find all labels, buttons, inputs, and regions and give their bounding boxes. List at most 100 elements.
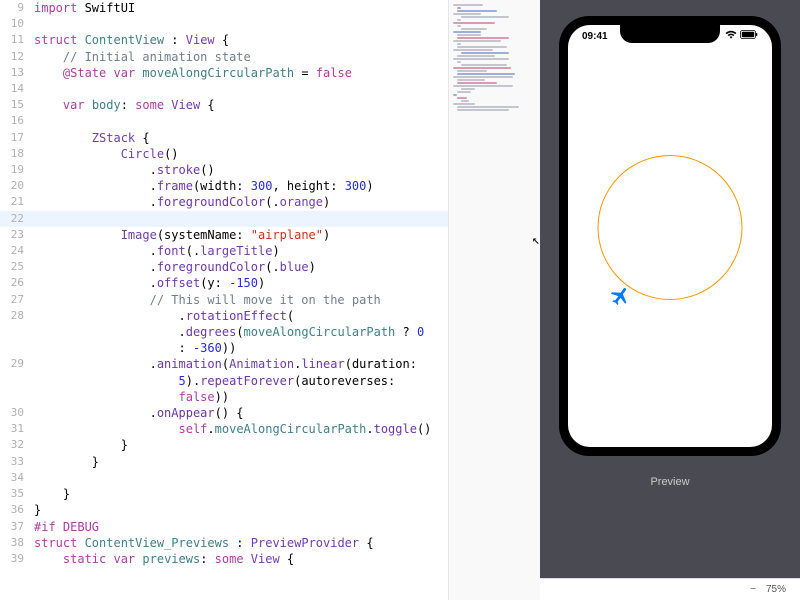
code-line[interactable]: 28 .rotationEffect( — [0, 308, 448, 324]
code-editor[interactable]: 9import SwiftUI1011struct ContentView : … — [0, 0, 448, 600]
line-number: 16 — [0, 113, 34, 129]
code-line[interactable]: 34 — [0, 470, 448, 486]
line-number: 26 — [0, 275, 34, 291]
preview-label: Preview — [650, 476, 689, 488]
line-number: 21 — [0, 194, 34, 210]
code-line[interactable]: 29 .animation(Animation.linear(duration: — [0, 356, 448, 372]
minimap-line — [457, 37, 509, 39]
minimap-line — [457, 55, 495, 57]
line-number: 39 — [0, 551, 34, 567]
code-line[interactable]: 13 @State var moveAlongCircularPath = fa… — [0, 65, 448, 81]
code-line[interactable]: 15 var body: some View { — [0, 97, 448, 113]
code-line[interactable]: 37#if DEBUG — [0, 519, 448, 535]
code-line[interactable]: 23 Image(systemName: "airplane") — [0, 227, 448, 243]
code-line[interactable]: 35 } — [0, 486, 448, 502]
code-line[interactable]: 18 Circle() — [0, 146, 448, 162]
minimap-line — [453, 22, 495, 24]
line-number: 29 — [0, 356, 34, 372]
line-number: 38 — [0, 535, 34, 551]
code-line[interactable]: 39 static var previews: some View { — [0, 551, 448, 567]
code-line[interactable]: 22 — [0, 211, 448, 227]
device-notch — [620, 25, 720, 43]
minimap-line — [457, 19, 461, 21]
minimap-line — [453, 58, 509, 60]
line-number: 36 — [0, 502, 34, 518]
code-line[interactable]: 17 ZStack { — [0, 130, 448, 146]
wifi-icon — [725, 30, 737, 42]
line-number: 23 — [0, 227, 34, 243]
line-number: 13 — [0, 65, 34, 81]
circle-stroke — [598, 155, 743, 300]
code-line[interactable]: 21 .foregroundColor(.orange) — [0, 194, 448, 210]
device-screen[interactable]: 09:41 — [568, 25, 772, 447]
battery-icon — [740, 30, 758, 42]
minimap-line — [453, 40, 501, 42]
code-line[interactable]: 11struct ContentView : View { — [0, 32, 448, 48]
code-line[interactable]: 14 — [0, 81, 448, 97]
line-number: 32 — [0, 437, 34, 453]
line-number: 34 — [0, 470, 34, 486]
line-number — [0, 340, 34, 356]
code-line[interactable]: 30 .onAppear() { — [0, 405, 448, 421]
code-line[interactable]: 26 .offset(y: -150) — [0, 275, 448, 291]
zoom-out-button[interactable]: − — [750, 584, 756, 595]
minimap-line — [453, 49, 493, 51]
minimap-line — [453, 4, 483, 6]
line-number — [0, 389, 34, 405]
line-number: 10 — [0, 16, 34, 32]
line-number: 30 — [0, 405, 34, 421]
minimap-line — [457, 61, 461, 63]
code-line[interactable]: 32 } — [0, 437, 448, 453]
code-line[interactable]: 31 self.moveAlongCircularPath.toggle() — [0, 421, 448, 437]
code-line[interactable]: 10 — [0, 16, 448, 32]
minimap-line — [457, 97, 467, 99]
minimap-line — [457, 34, 481, 36]
code-line[interactable]: 24 .font(.largeTitle) — [0, 243, 448, 259]
minimap-line — [453, 67, 511, 69]
line-number: 37 — [0, 519, 34, 535]
minimap-line — [453, 85, 513, 87]
line-number: 20 — [0, 178, 34, 194]
line-number — [0, 373, 34, 389]
minimap[interactable] — [448, 0, 540, 600]
minimap-line — [457, 43, 461, 45]
code-line[interactable]: 20 .frame(width: 300, height: 300) — [0, 178, 448, 194]
minimap-line — [457, 10, 497, 12]
line-number: 12 — [0, 49, 34, 65]
minimap-line — [457, 7, 461, 9]
code-line[interactable]: 19 .stroke() — [0, 162, 448, 178]
code-line[interactable]: 27 // This will move it on the path — [0, 292, 448, 308]
mouse-cursor-icon: ↖ — [532, 233, 540, 248]
minimap-line — [457, 25, 461, 27]
code-line[interactable]: 38struct ContentView_Previews : PreviewP… — [0, 535, 448, 551]
minimap-line — [457, 91, 471, 93]
code-line[interactable]: 16 — [0, 113, 448, 129]
status-time: 09:41 — [582, 31, 608, 42]
zoom-level: 75% — [766, 584, 786, 595]
minimap-line — [457, 79, 485, 81]
line-number: 35 — [0, 486, 34, 502]
line-number: 14 — [0, 81, 34, 97]
code-line[interactable]: 36} — [0, 502, 448, 518]
minimap-line — [453, 103, 475, 105]
preview-canvas[interactable]: ↖ 09:41 Preview − 75% — [540, 0, 800, 600]
code-line[interactable]: 9import SwiftUI — [0, 0, 448, 16]
minimap-line — [461, 88, 475, 90]
line-number: 24 — [0, 243, 34, 259]
minimap-line — [453, 31, 481, 33]
line-number: 25 — [0, 259, 34, 275]
device-frame: 09:41 — [559, 16, 781, 456]
minimap-line — [457, 73, 515, 75]
code-line[interactable]: 25 .foregroundColor(.blue) — [0, 259, 448, 275]
code-line[interactable]: : -360)) — [0, 340, 448, 356]
minimap-line — [453, 76, 513, 78]
code-line[interactable]: 12 // Initial animation state — [0, 49, 448, 65]
minimap-line — [457, 46, 507, 48]
code-line[interactable]: 33 } — [0, 454, 448, 470]
code-line[interactable]: .degrees(moveAlongCircularPath ? 0 — [0, 324, 448, 340]
minimap-line — [457, 82, 497, 84]
code-line[interactable]: false)) — [0, 389, 448, 405]
code-line[interactable]: 5).repeatForever(autoreverses: — [0, 373, 448, 389]
minimap-line — [461, 100, 469, 102]
line-number: 15 — [0, 97, 34, 113]
